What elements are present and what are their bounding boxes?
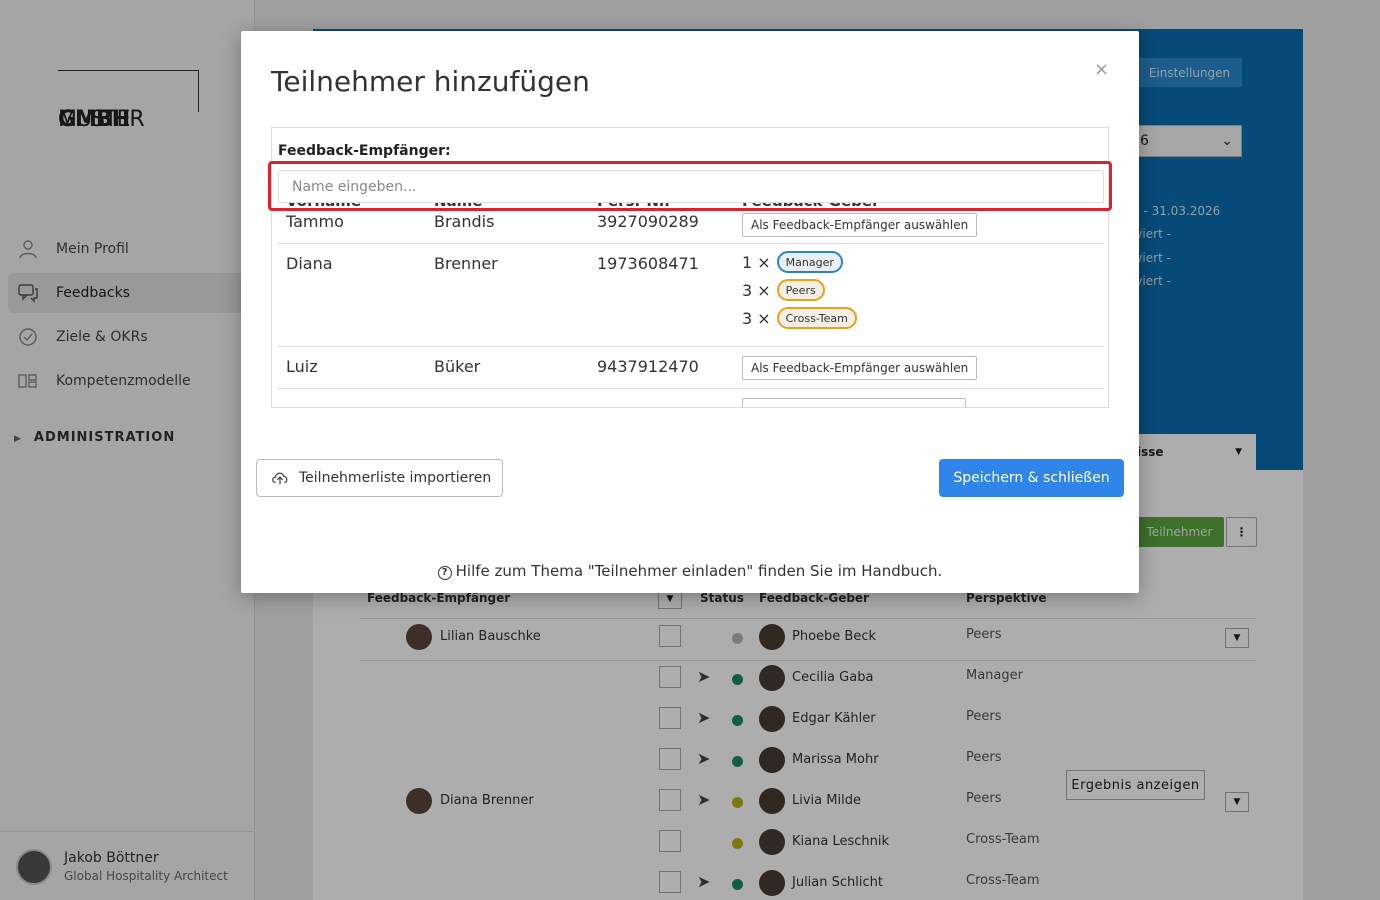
perspective-tag-peers: Peers bbox=[776, 279, 825, 301]
save-and-close-button[interactable]: Speichern & schließen bbox=[939, 459, 1124, 497]
table-row: Luiz Büker 9437912470 Als Feedback-Empfä… bbox=[278, 356, 1104, 389]
name-search-input[interactable] bbox=[278, 170, 1104, 203]
perspective-count: 1 × bbox=[742, 252, 771, 272]
select-recipient-button[interactable] bbox=[742, 398, 966, 407]
dialog-title: Teilnehmer hinzufügen bbox=[271, 65, 590, 98]
table-row: Diana Brenner 1973608471 1 × Manager 3 × P… bbox=[278, 251, 1104, 344]
help-text: ? Hilfe zum Thema "Teilnehmer einladen" f… bbox=[241, 562, 1139, 580]
perspective-line: 3 × Cross-Team bbox=[742, 304, 857, 332]
close-icon[interactable]: × bbox=[1094, 59, 1109, 80]
recipient-label: Feedback-Empfänger: bbox=[278, 143, 451, 159]
cell-pers-nr: 1973608471 bbox=[597, 254, 699, 273]
divider bbox=[278, 346, 1104, 347]
recipient-panel: Feedback-Empfänger: Vorname Name Pers.-N… bbox=[271, 127, 1109, 408]
help-link[interactable]: Hilfe zum Thema "Teilnehmer einladen" fi… bbox=[456, 562, 943, 580]
table-row-clipped bbox=[278, 398, 1104, 407]
select-recipient-button[interactable]: Als Feedback-Empfänger auswählen bbox=[742, 356, 978, 380]
perspective-list: 1 × Manager 3 × Peers 3 × Cross-Team bbox=[742, 248, 857, 332]
cell-firstname: Diana bbox=[286, 254, 333, 273]
import-button-label: Teilnehmerliste importieren bbox=[299, 470, 492, 486]
perspective-count: 3 × bbox=[742, 308, 771, 328]
cell-lastname: Büker bbox=[434, 357, 481, 376]
cloud-upload-icon bbox=[272, 472, 288, 485]
divider bbox=[278, 388, 1104, 389]
table-row: Tammo Brandis 3927090289 Als Feedback-Em… bbox=[278, 212, 1104, 244]
cell-firstname: Luiz bbox=[286, 357, 318, 376]
cell-firstname: Tammo bbox=[286, 212, 344, 231]
cell-lastname: Brandis bbox=[434, 212, 495, 231]
perspective-line: 3 × Peers bbox=[742, 276, 857, 304]
perspective-line: 1 × Manager bbox=[742, 248, 857, 276]
divider bbox=[278, 243, 1104, 244]
cell-pers-nr: 3927090289 bbox=[597, 212, 699, 231]
perspective-tag-cross-team: Cross-Team bbox=[776, 307, 857, 329]
import-participants-button[interactable]: Teilnehmerliste importieren bbox=[256, 459, 503, 497]
perspective-count: 3 × bbox=[742, 280, 771, 300]
cell-pers-nr: 9437912470 bbox=[597, 357, 699, 376]
question-circle-icon: ? bbox=[437, 566, 452, 580]
select-recipient-button[interactable]: Als Feedback-Empfänger auswählen bbox=[742, 213, 978, 237]
perspective-tag-manager: Manager bbox=[776, 251, 843, 273]
cell-lastname: Brenner bbox=[434, 254, 498, 273]
add-participants-dialog: Teilnehmer hinzufügen × Feedback-Empfäng… bbox=[241, 31, 1139, 593]
